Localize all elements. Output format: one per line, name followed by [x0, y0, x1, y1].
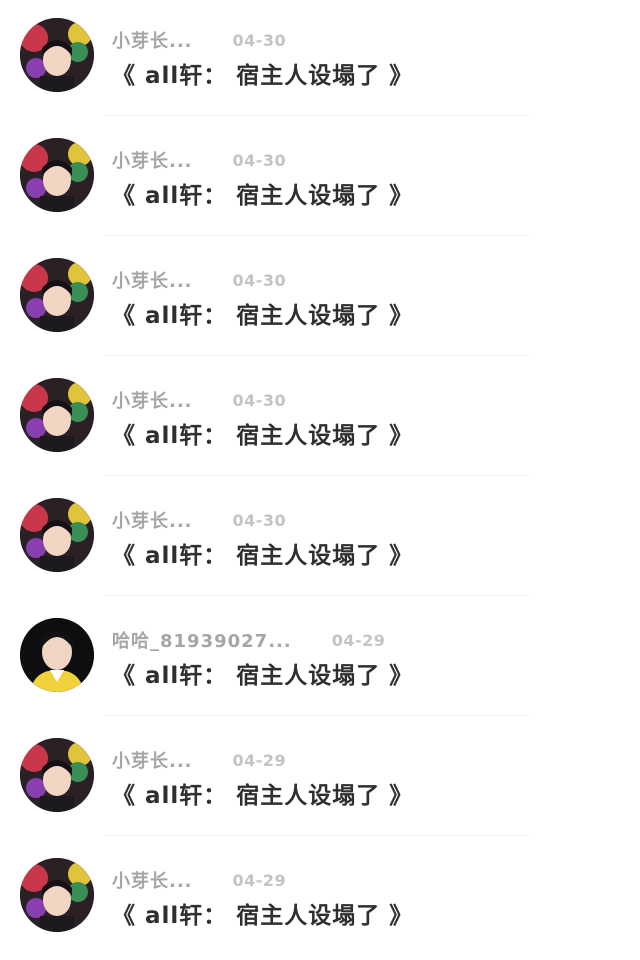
avatar[interactable] [20, 138, 94, 212]
message-title[interactable]: 《 all轩： 宿主人设塌了 》 [112, 56, 413, 90]
list-item[interactable]: 小芽长... 04-30 《 all轩： 宿主人设塌了 》 [0, 360, 640, 480]
username[interactable]: 小芽长... [112, 267, 193, 293]
avatar[interactable] [20, 18, 94, 92]
divider [104, 715, 530, 716]
message-title[interactable]: 《 all轩： 宿主人设塌了 》 [112, 656, 413, 690]
avatar-image-icon [20, 498, 94, 572]
list-item[interactable]: 小芽长... 04-30 《 all轩： 宿主人设塌了 》 [0, 240, 640, 360]
avatar[interactable] [20, 738, 94, 812]
divider [104, 115, 530, 116]
avatar[interactable] [20, 858, 94, 932]
message-date: 04-30 [232, 390, 287, 410]
username[interactable]: 小芽长... [112, 867, 193, 893]
avatar-image-icon [20, 618, 94, 692]
avatar[interactable] [20, 258, 94, 332]
avatar[interactable] [20, 498, 94, 572]
avatar[interactable] [20, 618, 94, 692]
message-date: 04-29 [331, 630, 386, 650]
avatar-image-icon [20, 18, 94, 92]
avatar-image-icon [20, 138, 94, 212]
message-date: 04-29 [232, 750, 287, 770]
divider [104, 475, 530, 476]
message-title[interactable]: 《 all轩： 宿主人设塌了 》 [112, 776, 413, 810]
username[interactable]: 小芽长... [112, 147, 193, 173]
username[interactable]: 小芽长... [112, 387, 193, 413]
list-item[interactable]: 小芽长... 04-30 《 all轩： 宿主人设塌了 》 [0, 120, 640, 240]
username[interactable]: 小芽长... [112, 27, 193, 53]
username[interactable]: 小芽长... [112, 507, 193, 533]
message-date: 04-30 [232, 510, 287, 530]
list-item[interactable]: 小芽长... 04-29 《 all轩： 宿主人设塌了 》 [0, 720, 640, 840]
message-title[interactable]: 《 all轩： 宿主人设塌了 》 [112, 536, 413, 570]
message-date: 04-30 [232, 150, 287, 170]
divider [104, 835, 530, 836]
list-item[interactable]: 小芽长... 04-30 《 all轩： 宿主人设塌了 》 [0, 0, 640, 120]
avatar-image-icon [20, 258, 94, 332]
avatar-image-icon [20, 738, 94, 812]
avatar-image-icon [20, 858, 94, 932]
avatar-image-icon [20, 378, 94, 452]
list-item[interactable]: 小芽长... 04-29 《 all轩： 宿主人设塌了 》 [0, 840, 640, 960]
message-date: 04-30 [232, 270, 287, 290]
message-list: 小芽长... 04-30 《 all轩： 宿主人设塌了 》 小芽长... 04-… [0, 0, 640, 949]
username[interactable]: 小芽长... [112, 747, 193, 773]
message-title[interactable]: 《 all轩： 宿主人设塌了 》 [112, 896, 413, 930]
message-title[interactable]: 《 all轩： 宿主人设塌了 》 [112, 296, 413, 330]
message-date: 04-30 [232, 30, 287, 50]
avatar[interactable] [20, 378, 94, 452]
message-date: 04-29 [232, 870, 287, 890]
list-item[interactable]: 哈哈_81939027... 04-29 《 all轩： 宿主人设塌了 》 [0, 600, 640, 720]
username[interactable]: 哈哈_81939027... [112, 627, 292, 653]
divider [104, 355, 530, 356]
message-title[interactable]: 《 all轩： 宿主人设塌了 》 [112, 416, 413, 450]
divider [104, 595, 530, 596]
list-item[interactable]: 小芽长... 04-30 《 all轩： 宿主人设塌了 》 [0, 480, 640, 600]
divider [104, 235, 530, 236]
message-title[interactable]: 《 all轩： 宿主人设塌了 》 [112, 176, 413, 210]
